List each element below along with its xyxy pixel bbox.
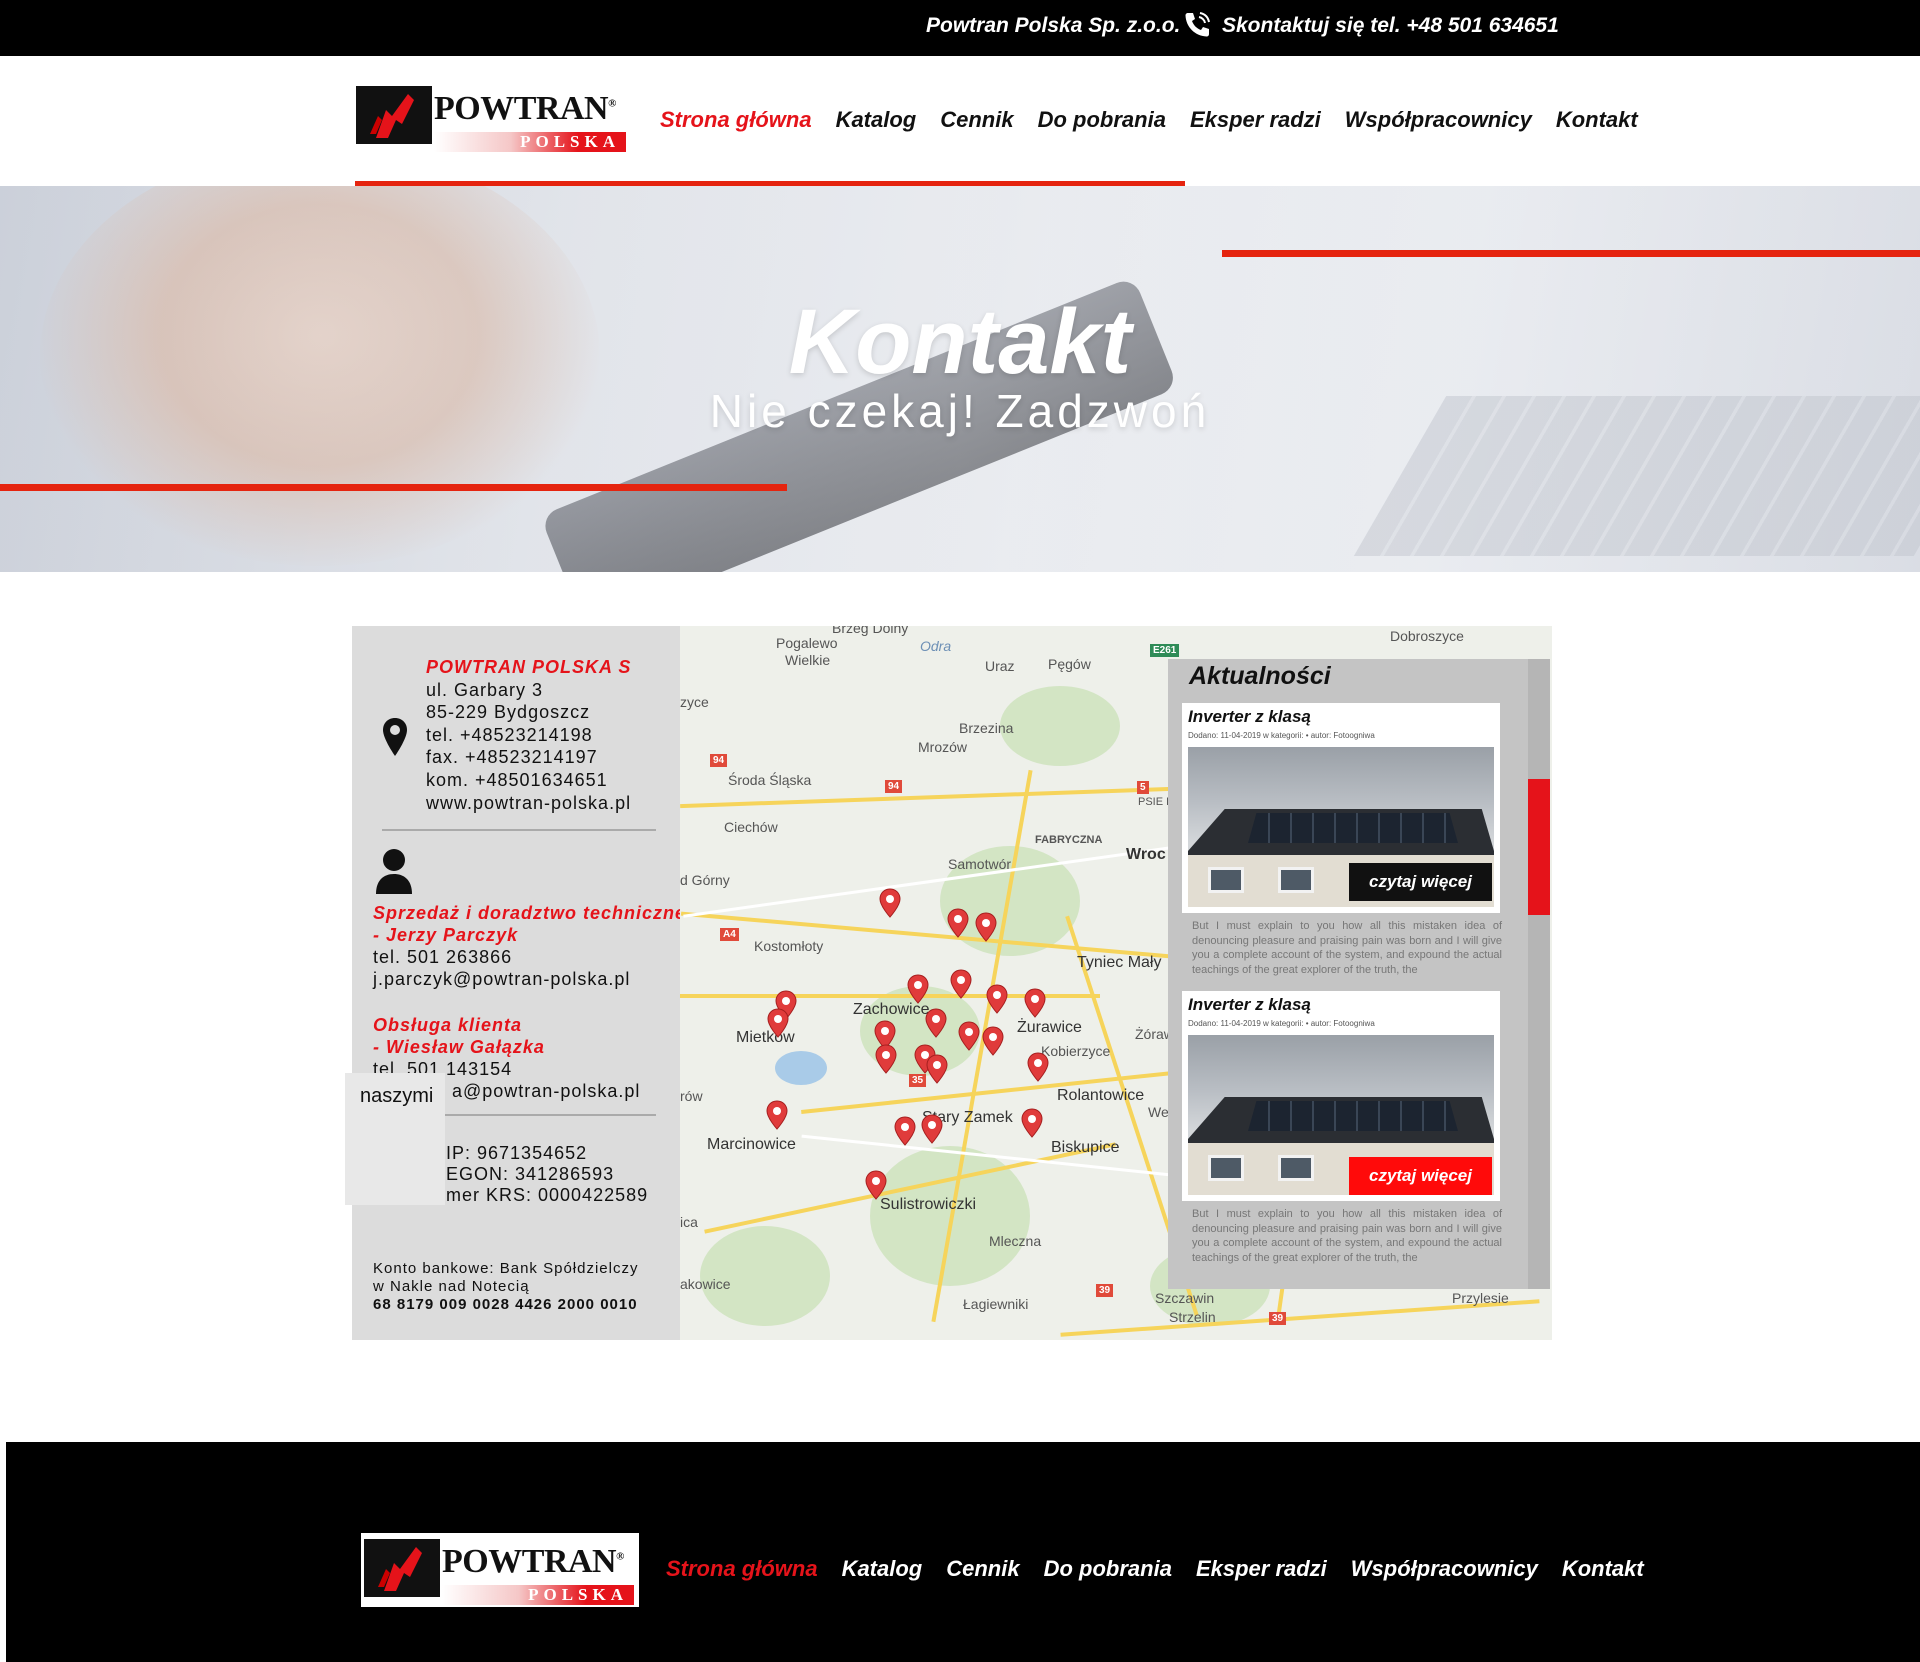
map-marker-icon[interactable] [894, 1116, 916, 1146]
top-bar: Powtran Polska Sp. z.o.o. Skontaktuj się… [0, 0, 1920, 56]
person-icon [376, 849, 412, 894]
news-title: Aktualności [1189, 662, 1331, 690]
regon-number: EGON: 341286593 [446, 1164, 615, 1184]
footer-nav-item-do-pobrania[interactable]: Do pobrania [1044, 1556, 1172, 1582]
divider [382, 829, 656, 831]
nav-item-eksper-radzi[interactable]: Eksper radzi [1190, 107, 1321, 133]
mobile-number: kom. +48501634651 [426, 770, 608, 790]
logo-sub: POLSKA [434, 132, 626, 152]
page-title: Kontakt [788, 291, 1132, 393]
bank-account-number: 68 8179 009 0028 4426 2000 0010 [373, 1296, 638, 1313]
location-pin-icon [383, 718, 407, 756]
nav-item-do-pobrania[interactable]: Do pobrania [1038, 107, 1166, 133]
logo-sub: POLSKA [442, 1585, 634, 1605]
map-marker-icon[interactable] [986, 984, 1008, 1014]
map-marker-icon[interactable] [766, 1100, 788, 1130]
logo-mark [364, 1539, 440, 1597]
lake [775, 1051, 827, 1085]
logo-brand: POWTRAN® [442, 1543, 624, 1580]
service-title: Obsługa klienta [373, 1015, 523, 1035]
hero-accent-line [1222, 250, 1920, 257]
fax-number: fax. +48523214197 [426, 747, 598, 767]
map-marker-icon[interactable] [975, 912, 997, 942]
sales-phone: tel. 501 263866 [373, 947, 513, 967]
news-card-excerpt: But I must explain to you how all this m… [1192, 1208, 1502, 1264]
map-marker-icon[interactable] [875, 1044, 897, 1074]
footer-nav-item-cennik[interactable]: Cennik [946, 1556, 1019, 1582]
company-name-label: POWTRAN POLSKA S [426, 657, 632, 677]
krs-number: mer KRS: 0000422589 [446, 1185, 649, 1205]
contact-phone-link[interactable]: Skontaktuj się tel. +48 501 634651 [1222, 14, 1559, 38]
map-marker-icon[interactable] [982, 1026, 1004, 1056]
news-card: Inverter z klasą Dodano: 11-04-2019 w ka… [1182, 991, 1500, 1201]
service-email-link[interactable]: a@powtran-polska.pl [452, 1080, 640, 1103]
page: Powtran Polska Sp. z.o.o. Skontaktuj się… [0, 0, 1920, 1662]
footer-nav-item-strona-glowna[interactable]: Strona główna [666, 1556, 818, 1582]
sales-title: Sprzedaż i doradztwo techniczne [373, 903, 687, 923]
footer-logo[interactable]: POWTRAN® POLSKA [361, 1533, 639, 1607]
map-marker-icon[interactable] [958, 1021, 980, 1051]
news-card-excerpt: But I must explain to you how all this m… [1192, 920, 1502, 976]
nav-item-kontakt[interactable]: Kontakt [1556, 107, 1638, 133]
news-scrollbar[interactable] [1528, 659, 1550, 1289]
nav-item-cennik[interactable]: Cennik [940, 107, 1013, 133]
news-card-meta: Dodano: 11-04-2019 w kategorii: • autor:… [1188, 1019, 1375, 1028]
map-marker-icon[interactable] [950, 969, 972, 999]
news-card-title[interactable]: Inverter z klasą [1188, 995, 1311, 1015]
map-marker-icon[interactable] [1024, 988, 1046, 1018]
map-marker-icon[interactable] [921, 1114, 943, 1144]
map-marker-icon[interactable] [907, 974, 929, 1004]
logo-brand: POWTRAN® [434, 90, 616, 127]
news-card: Inverter z klasą Dodano: 11-04-2019 w ka… [1182, 703, 1500, 913]
news-scrollbar-thumb[interactable] [1528, 779, 1550, 915]
company-name: Powtran Polska Sp. z.o.o. [926, 14, 1181, 37]
map-marker-icon[interactable] [1021, 1108, 1043, 1138]
read-more-button[interactable]: czytaj więcej [1349, 863, 1492, 901]
map-marker-icon[interactable] [879, 888, 901, 918]
logo-mark [356, 86, 432, 144]
nip-number: IP: 9671354652 [446, 1143, 588, 1163]
chat-widget[interactable]: naszymi [345, 1073, 445, 1205]
nav-item-wspolpracownicy[interactable]: Współpracownicy [1345, 107, 1532, 133]
map-marker-icon[interactable] [947, 908, 969, 938]
footer-nav-item-eksper-radzi[interactable]: Eksper radzi [1196, 1556, 1327, 1582]
news-card-meta: Dodano: 11-04-2019 w kategorii: • autor:… [1188, 731, 1375, 740]
footer-nav-item-wspolpracownicy[interactable]: Współpracownicy [1351, 1556, 1538, 1582]
map-marker-icon[interactable] [925, 1008, 947, 1038]
nav-item-strona-glowna[interactable]: Strona główna [660, 107, 812, 133]
phone-icon [1185, 12, 1210, 37]
main-nav: Strona główna Katalog Cennik Do pobrania… [660, 107, 1662, 133]
hero-accent-line [0, 484, 787, 491]
chat-widget-label: naszymi [360, 1085, 434, 1107]
footer-nav-item-katalog[interactable]: Katalog [842, 1556, 923, 1582]
map-marker-icon[interactable] [767, 1008, 789, 1038]
address-street: ul. Garbary 3 [426, 680, 544, 700]
page-subtitle: Nie czekaj! Zadzwoń [709, 385, 1211, 437]
read-more-button[interactable]: czytaj więcej [1349, 1157, 1492, 1195]
contact-panel: POWTRAN POLSKA S ul. Garbary 3 85-229 By… [352, 626, 685, 1340]
nav-item-katalog[interactable]: Katalog [836, 107, 917, 133]
footer-nav: Strona główna Katalog Cennik Do pobrania… [666, 1556, 1668, 1582]
logo[interactable]: POWTRAN® POLSKA [356, 86, 628, 154]
footer-nav-item-kontakt[interactable]: Kontakt [1562, 1556, 1644, 1582]
sales-email-link[interactable]: j.parczyk@powtran-polska.pl [373, 968, 630, 991]
news-card-title[interactable]: Inverter z klasą [1188, 707, 1311, 727]
map-marker-icon[interactable] [926, 1054, 948, 1084]
footer: POWTRAN® POLSKA Strona główna Katalog Ce… [6, 1442, 1920, 1662]
bank-label: Konto bankowe: Bank Spółdzielczy [373, 1260, 639, 1277]
service-person: - Wiesław Gałązka [373, 1037, 545, 1057]
phone-number: tel. +48523214198 [426, 725, 593, 745]
hero-banner: Kontakt Nie czekaj! Zadzwoń [0, 186, 1920, 572]
website-link[interactable]: www.powtran-polska.pl [426, 792, 631, 815]
map-marker-icon[interactable] [1027, 1052, 1049, 1082]
address-city: 85-229 Bydgoszcz [426, 702, 591, 722]
news-panel: Aktualności Inverter z klasą Dodano: 11-… [1168, 659, 1550, 1289]
sales-person: - Jerzy Parczyk [373, 925, 519, 945]
map-marker-icon[interactable] [865, 1170, 887, 1200]
bank-location: w Nakle nad Notecią [373, 1278, 530, 1295]
